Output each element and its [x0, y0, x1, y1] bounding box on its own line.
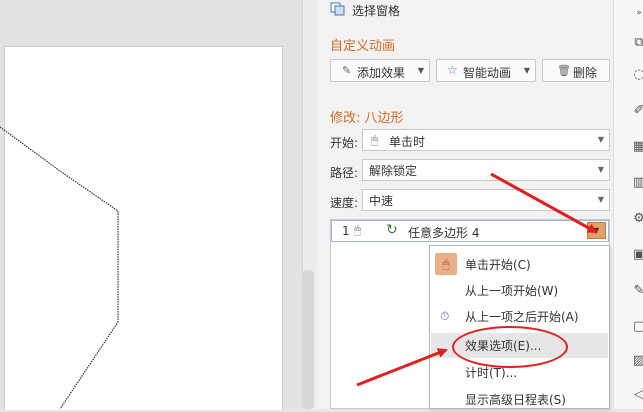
picture-icon[interactable]: ▣	[632, 248, 643, 262]
grid-icon[interactable]: ▦	[632, 140, 643, 154]
layers-icon[interactable]: ⧉	[632, 36, 643, 50]
annotation-arrow-effect-options	[356, 348, 448, 387]
annotation-arrows	[356, 172, 598, 387]
box-icon[interactable]: ▢	[632, 320, 643, 334]
shapes-icon[interactable]: ◌	[632, 68, 643, 82]
right-sidebar-toolbar	[613, 0, 643, 409]
speaker-icon[interactable]: ◁	[632, 388, 643, 402]
pen-icon[interactable]: ✐	[632, 104, 643, 118]
double-chevron-icon[interactable]: »	[632, 6, 643, 20]
settings-icon[interactable]: ⚙	[632, 212, 643, 226]
edit-icon[interactable]: ✎	[632, 284, 643, 298]
chart-icon[interactable]: ▥	[632, 176, 643, 190]
annotation-arrow-dropdown	[490, 172, 598, 234]
image-icon[interactable]: ▨	[632, 354, 643, 368]
